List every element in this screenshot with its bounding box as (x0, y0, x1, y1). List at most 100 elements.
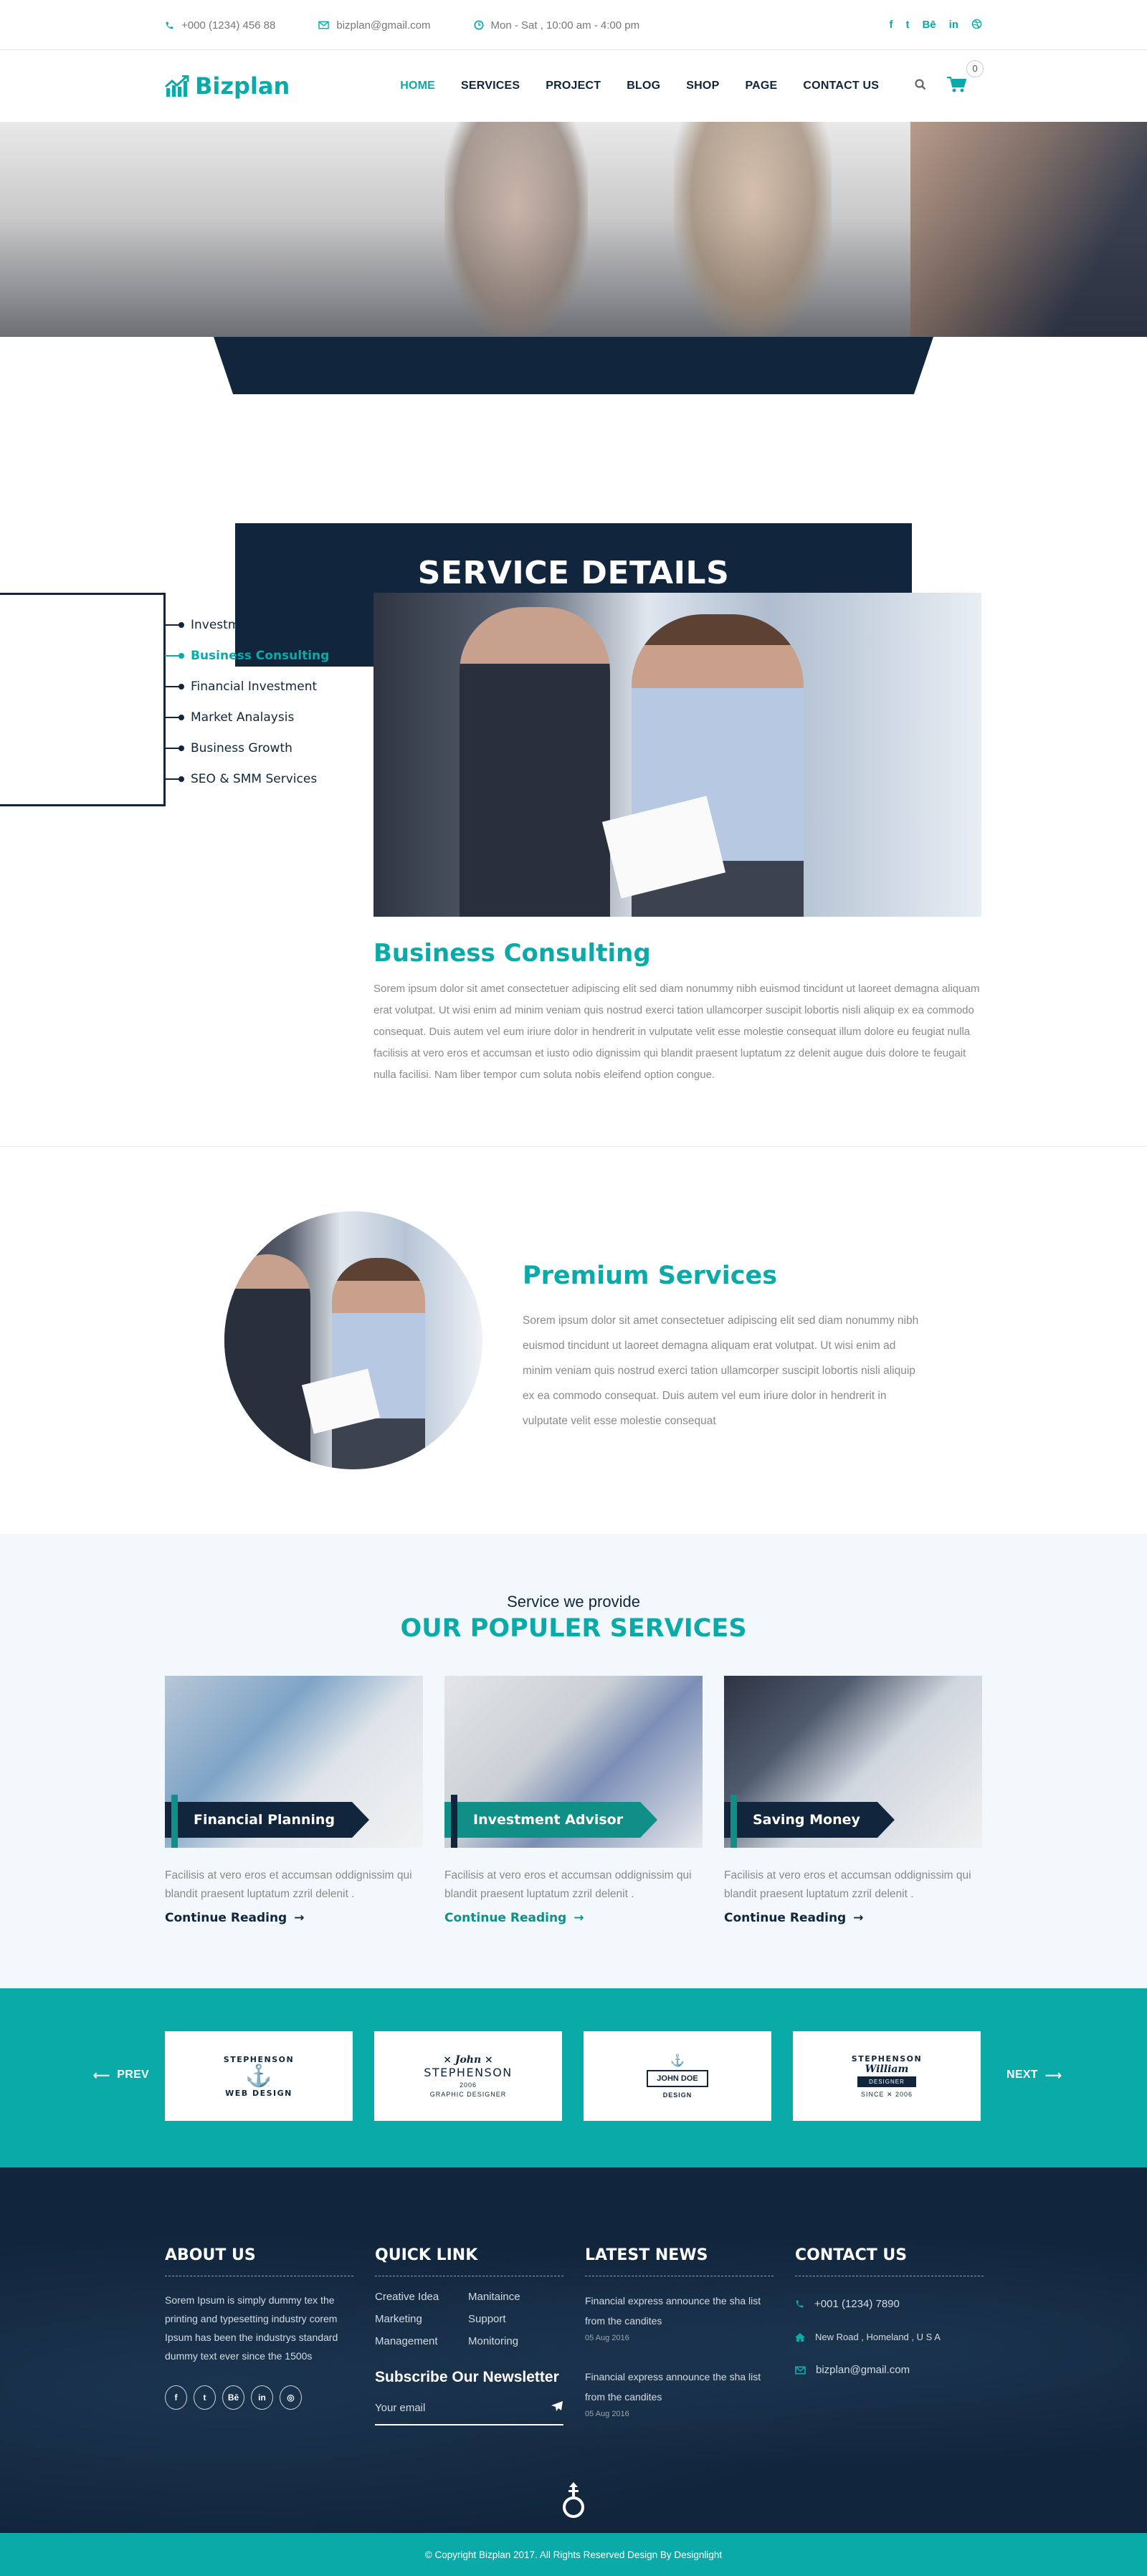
contact-email-text: bizplan@gmail.com (816, 2364, 910, 2376)
chart-logo-icon (165, 75, 189, 97)
cart-button[interactable]: 0 (946, 59, 984, 97)
sidebar-item-investment-planning[interactable]: Investment Planning (165, 609, 329, 640)
news-item[interactable]: Financial express announce the sha list … (585, 2291, 774, 2345)
service-card-label: Financial Planning (165, 1802, 369, 1838)
client-logo[interactable]: STEPHENSON ⚓ WEB DESIGN (165, 2031, 353, 2121)
link-label: Continue Reading (724, 1911, 847, 1925)
topbar-phone-text: +000 (1234) 456 88 (181, 19, 276, 32)
service-card-image: Saving Money (724, 1676, 982, 1848)
footer-heading: LATEST NEWS (585, 2246, 774, 2276)
envelope-icon (795, 2365, 806, 2375)
linkedin-icon[interactable]: in (949, 19, 958, 32)
footer-quick-links: QUICK LINK Creative Idea Manitaince Mark… (375, 2246, 563, 2443)
phone-icon (795, 2299, 804, 2309)
client-logo[interactable]: ⚓ JOHN DOE DESIGN (584, 2031, 771, 2121)
carousel-next-button[interactable]: NEXT ⟶ (1006, 2069, 1062, 2083)
dribbble-icon[interactable] (971, 19, 982, 32)
topbar-phone: +000 (1234) 456 88 (165, 19, 275, 32)
service-card-image: Financial Planning (165, 1676, 423, 1848)
nav-icons: 0 (915, 59, 984, 97)
nav-project[interactable]: PROJECT (546, 80, 601, 92)
carousel-prev-button[interactable]: ⟵ PREV (93, 2069, 149, 2083)
client-logo[interactable]: × John × STEPHENSON 2006 GRAPHIC DESIGNE… (374, 2031, 562, 2121)
popular-services-section: Service we provide OUR POPULER SERVICES … (0, 1534, 1147, 1988)
nav-home[interactable]: HOME (400, 80, 435, 92)
behance-icon[interactable]: Bē (222, 2385, 244, 2410)
facebook-icon[interactable]: f (889, 19, 893, 32)
footer-heading: CONTACT US (795, 2246, 984, 2276)
contact-list: +001 (1234) 7890 New Road , Homeland , U… (795, 2298, 984, 2376)
sidebar-item-business-consulting[interactable]: Business Consulting (165, 640, 329, 671)
top-bar: +000 (1234) 456 88 bizplan@gmail.com Mon… (0, 0, 1147, 50)
quick-link[interactable]: Manitaince (468, 2291, 561, 2303)
client-logo[interactable]: STEPHENSON William DESIGNER SINCE ✕ 2006 (793, 2031, 981, 2121)
footer-columns: ABOUT US Sorem Ipsum is simply dummy tex… (165, 2246, 984, 2443)
facebook-icon[interactable]: f (165, 2385, 187, 2410)
nav-services[interactable]: SERVICES (461, 80, 520, 92)
link-label: Continue Reading (444, 1911, 567, 1925)
news-title: Financial express announce the sha list … (585, 2295, 761, 2327)
contact-email[interactable]: bizplan@gmail.com (795, 2364, 984, 2376)
service-detail-section: Investment Planning Business Consulting … (0, 530, 1147, 1147)
news-title: Financial express announce the sha list … (585, 2371, 761, 2403)
sidebar-item-business-growth[interactable]: Business Growth (165, 733, 329, 763)
quick-link[interactable]: Creative Idea (375, 2291, 468, 2303)
sidebar-item-market-analysis[interactable]: Market Analaysis (165, 702, 329, 733)
logo-text: Bizplan (195, 72, 290, 100)
sidebar-item-seo-smm[interactable]: SEO & SMM Services (165, 763, 329, 794)
nav-blog[interactable]: BLOG (627, 80, 660, 92)
news-item[interactable]: Financial express announce the sha list … (585, 2367, 774, 2421)
service-card-label: Investment Advisor (444, 1802, 657, 1838)
dribbble-icon[interactable]: ◎ (280, 2385, 302, 2410)
twitter-icon[interactable]: t (194, 2385, 216, 2410)
cart-icon (947, 76, 967, 92)
logo-line: JOHN DOE (647, 2070, 708, 2087)
sidebar-frame (0, 593, 166, 806)
premium-section: Premium Services Sorem ipsum dolor sit a… (0, 1147, 1147, 1534)
logo-line: STEPHENSON (424, 2066, 513, 2079)
footer-heading: ABOUT US (165, 2246, 353, 2276)
newsletter-email-input[interactable] (375, 2402, 518, 2414)
footer-social: f t Bē in ◎ (165, 2385, 353, 2410)
sidebar-item-label: Business Consulting (191, 648, 330, 663)
send-icon[interactable] (551, 2400, 563, 2415)
service-detail-image (373, 593, 981, 917)
topbar-email[interactable]: bizplan@gmail.com (318, 19, 431, 32)
search-icon[interactable] (915, 78, 926, 94)
continue-reading-link[interactable]: Continue Reading → (444, 1911, 584, 1925)
news-date: 05 Aug 2016 (585, 2410, 629, 2418)
logo[interactable]: Bizplan (165, 72, 290, 100)
sidebar-item-label: Business Growth (191, 740, 292, 755)
footer-about-text: Sorem Ipsum is simply dummy tex the prin… (165, 2294, 338, 2362)
service-card: Investment Advisor Facilisis at vero ero… (444, 1676, 703, 1925)
sidebar-item-financial-investment[interactable]: Financial Investment (165, 671, 329, 702)
logo-line: DESIGNER (857, 2076, 916, 2087)
continue-reading-link[interactable]: Continue Reading → (165, 1911, 304, 1925)
quick-link[interactable]: Monitoring (468, 2335, 561, 2347)
nav-shop[interactable]: SHOP (686, 80, 719, 92)
quick-link[interactable]: Marketing (375, 2313, 468, 2325)
continue-reading-link[interactable]: Continue Reading → (724, 1911, 863, 1925)
scroll-top-icon[interactable] (562, 2481, 585, 2522)
premium-text: Sorem ipsum dolor sit amet consectetuer … (523, 1315, 919, 1427)
quick-link[interactable]: Support (468, 2313, 561, 2325)
nav-contact-us[interactable]: CONTACT US (803, 80, 879, 92)
logo-line: WEB DESIGN (225, 2088, 292, 2098)
behance-icon[interactable]: Bē (922, 19, 936, 32)
footer-heading: QUICK LINK (375, 2246, 563, 2276)
footer-about: ABOUT US Sorem Ipsum is simply dummy tex… (165, 2246, 353, 2443)
sidebar-item-label: Investment Planning (191, 617, 316, 632)
nav-page[interactable]: PAGE (745, 80, 777, 92)
quick-link[interactable]: Management (375, 2335, 468, 2347)
anchor-icon: ⚓ (245, 2064, 272, 2088)
twitter-icon[interactable]: t (905, 19, 909, 32)
service-card-label: Saving Money (724, 1802, 895, 1838)
arrow-right-icon: ⟶ (1044, 2070, 1062, 2082)
logo-line: SINCE ✕ 2006 (860, 2090, 913, 2098)
news-list: Financial express announce the sha list … (585, 2291, 774, 2421)
linkedin-icon[interactable]: in (251, 2385, 273, 2410)
newsletter-title: Subscribe Our Newsletter (375, 2369, 559, 2385)
service-detail-title: Business Consulting (373, 939, 651, 968)
contact-address: New Road , Homeland , U S A (795, 2332, 984, 2342)
card-stripe (451, 1795, 457, 1848)
